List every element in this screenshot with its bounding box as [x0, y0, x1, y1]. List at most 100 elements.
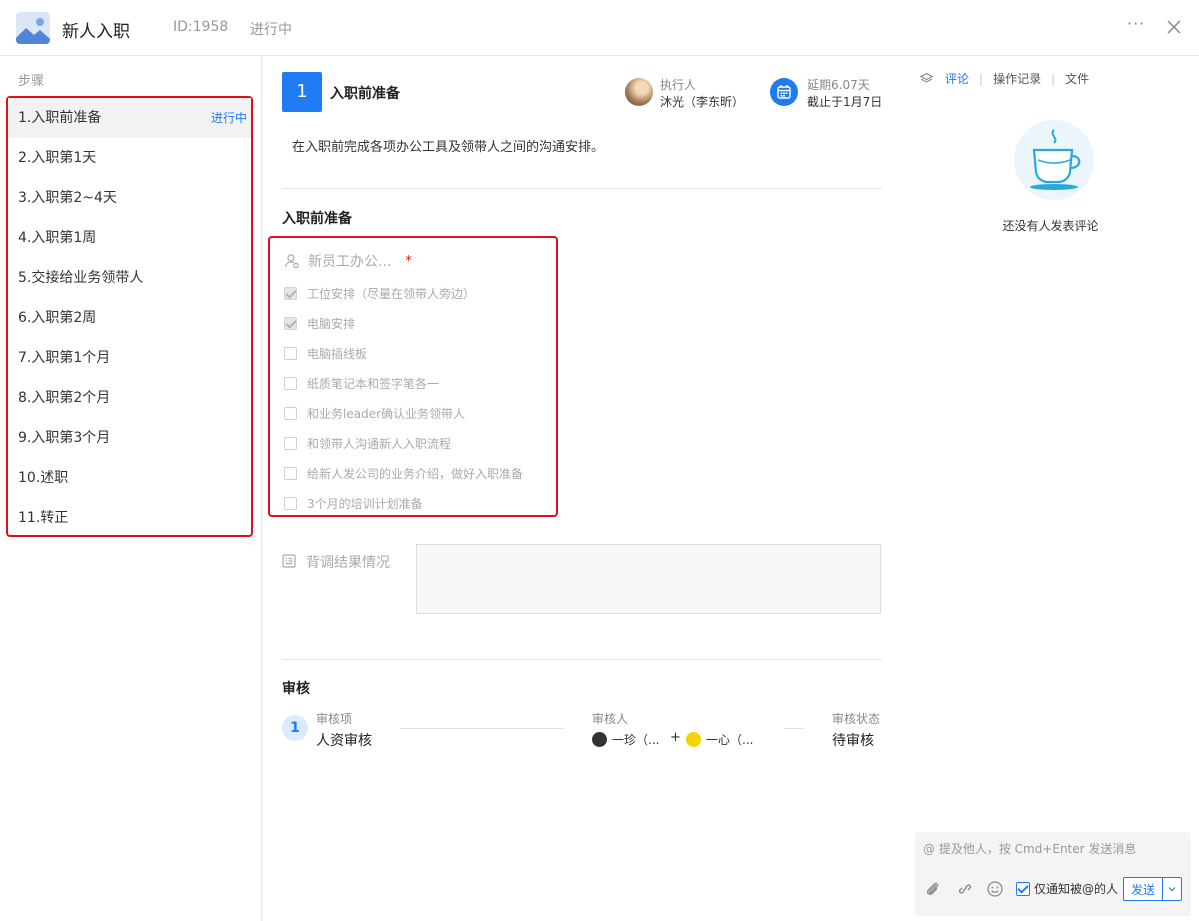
checklist-item-label: 纸质笔记本和签字笔各一: [307, 376, 440, 391]
checkbox[interactable]: [284, 406, 297, 420]
review-status-label: 审核状态: [832, 712, 881, 726]
assignee-avatar[interactable]: [625, 78, 653, 106]
review-item-label: 审核项: [316, 712, 353, 726]
send-button[interactable]: 发送: [1123, 877, 1163, 901]
checklist-item-label: 3个月的培训计划准备: [307, 496, 423, 511]
send-options-button[interactable]: [1162, 877, 1182, 901]
step-label: 8.入职第2个月: [18, 390, 111, 406]
review-item-value: 人资审核: [316, 733, 372, 749]
step-item-7[interactable]: 7.入职第1个月: [8, 338, 251, 378]
step-detail: 1 入职前准备 执行人 沐光（李东昕） 延期6.07天 截止于1月7日 在入职前…: [262, 56, 902, 921]
checklist-item[interactable]: 和领带人沟通新人入职流程: [284, 433, 451, 453]
checkbox[interactable]: [284, 316, 297, 330]
reviewer-label: 审核人: [592, 712, 629, 726]
empty-comments-text: 还没有人发表评论: [1002, 219, 1099, 233]
checkbox[interactable]: [284, 466, 297, 480]
activity-tabs: 评论 | 操作记录 | 文件: [920, 70, 1089, 87]
reviewer-avatar: [686, 731, 701, 747]
connector-line: [400, 728, 564, 729]
more-icon[interactable]: ···: [1127, 14, 1147, 38]
window-title: 新人入职: [62, 22, 130, 42]
divider: [282, 659, 882, 660]
checkbox[interactable]: [284, 286, 297, 300]
step-label: 2.入职第1天: [18, 150, 97, 166]
add-reviewer-icon[interactable]: +: [670, 730, 681, 745]
step-item-2[interactable]: 2.入职第1天: [8, 138, 251, 178]
review-section-title: 审核: [282, 681, 310, 697]
step-item-6[interactable]: 6.入职第2周: [8, 298, 251, 338]
checkbox[interactable]: [284, 496, 297, 510]
assignee-name[interactable]: 沐光（李东昕）: [660, 93, 744, 110]
steps-sidebar: 步骤 1.入职前准备 进行中 2.入职第1天 3.入职第2~4天 4.入职第1周…: [0, 56, 262, 921]
checklist-item[interactable]: 电脑插线板: [284, 343, 367, 363]
tab-separator: |: [1051, 71, 1056, 86]
divider: [282, 188, 882, 189]
required-marker: *: [405, 253, 412, 269]
checkbox[interactable]: [284, 376, 297, 390]
user-group-icon: [284, 254, 299, 269]
step-item-4[interactable]: 4.入职第1周: [8, 218, 251, 258]
step-item-5[interactable]: 5.交接给业务领带人: [8, 258, 251, 298]
checklist-item[interactable]: 3个月的培训计划准备: [284, 493, 423, 513]
checkbox[interactable]: [284, 436, 297, 450]
checklist-item-label: 电脑插线板: [307, 346, 368, 361]
coffee-cup-icon: [1014, 120, 1094, 200]
checklist-item[interactable]: 纸质笔记本和签字笔各一: [284, 373, 439, 393]
reviewer-chip[interactable]: 一珍（...: [592, 731, 659, 747]
checklist-item-label: 工位安排（尽量在领带人旁边）: [307, 286, 476, 301]
record-id: ID:1958: [173, 19, 229, 35]
step-label: 5.交接给业务领带人: [18, 270, 144, 286]
review-status-value: 待审核: [832, 733, 874, 749]
connector-line: [784, 728, 804, 729]
tab-comments[interactable]: 评论: [945, 70, 969, 87]
checklist-item[interactable]: 和业务leader确认业务领带人: [284, 403, 465, 423]
step-item-8[interactable]: 8.入职第2个月: [8, 378, 251, 418]
attachment-icon[interactable]: [924, 880, 942, 898]
step-item-11[interactable]: 11.转正: [8, 498, 251, 538]
activity-panel: 评论 | 操作记录 | 文件 还没有人发表评论 @ 提及他人，按 Cmd+Ent…: [902, 56, 1199, 921]
chevron-down-icon: [1168, 886, 1176, 891]
step-item-3[interactable]: 3.入职第2~4天: [8, 178, 251, 218]
step-label: 1.入职前准备: [18, 110, 102, 126]
step-status-badge: 进行中: [210, 111, 247, 125]
step-item-1[interactable]: 1.入职前准备 进行中: [8, 98, 251, 138]
checklist-item[interactable]: 工位安排（尽量在领带人旁边）: [284, 283, 475, 303]
emoji-icon[interactable]: [986, 880, 1004, 898]
step-item-9[interactable]: 9.入职第3个月: [8, 418, 251, 458]
link-icon[interactable]: [956, 880, 974, 898]
step-label: 4.入职第1周: [18, 230, 97, 246]
checkbox[interactable]: [284, 346, 297, 360]
checklist-item-label: 给新人发公司的业务介绍，做好入职准备: [307, 466, 524, 481]
step-label: 10.述职: [18, 470, 69, 486]
deadline-date[interactable]: 截止于1月7日: [807, 93, 882, 110]
checklist-item[interactable]: 给新人发公司的业务介绍，做好入职准备: [284, 463, 523, 483]
step-label: 11.转正: [18, 510, 69, 526]
checklist-item[interactable]: 电脑安排: [284, 313, 355, 333]
checklist-header: 新员工办公... *: [284, 251, 412, 271]
comment-composer: 仅通知被@的人 发送: [915, 832, 1191, 916]
step-list: 1.入职前准备 进行中 2.入职第1天 3.入职第2~4天 4.入职第1周 5.…: [6, 96, 253, 537]
step-number-badge: 1: [282, 72, 322, 112]
sidebar-title: 步骤: [18, 74, 45, 89]
reviewer-name: 一心（...: [706, 732, 754, 747]
step-label: 9.入职第3个月: [18, 430, 111, 446]
checklist-field: 新员工办公... * 工位安排（尽量在领带人旁边） 电脑安排 电脑插线板 纸质笔…: [268, 236, 558, 517]
tab-files[interactable]: 文件: [1065, 70, 1089, 87]
calendar-icon[interactable]: [770, 78, 798, 106]
checkbox[interactable]: [1016, 881, 1030, 896]
checklist-item-label: 和领带人沟通新人入职流程: [307, 436, 452, 451]
tab-activity-log[interactable]: 操作记录: [993, 70, 1041, 87]
deadline-delay: 延期6.07天: [807, 78, 870, 92]
layers-icon[interactable]: [920, 72, 933, 85]
notify-mentioned-only-checkbox[interactable]: 仅通知被@的人: [1016, 880, 1118, 897]
checklist-item-label: 电脑安排: [307, 316, 356, 331]
step-label: 3.入职第2~4天: [18, 190, 117, 206]
checklist-title: 新员工办公...: [308, 254, 392, 270]
reviewer-name: 一珍（...: [612, 732, 660, 747]
app-image-icon: [16, 12, 50, 44]
comment-input[interactable]: [923, 842, 1183, 856]
close-icon[interactable]: [1165, 18, 1183, 36]
step-item-10[interactable]: 10.述职: [8, 458, 251, 498]
reviewer-chip[interactable]: 一心（...: [686, 731, 753, 747]
background-check-textarea[interactable]: [416, 544, 881, 614]
